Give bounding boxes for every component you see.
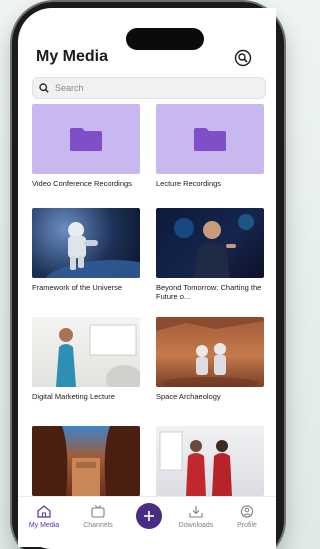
bottom-tab-bar: My Media Channels Downloads Profile [18, 496, 276, 547]
lecturer-image [56, 324, 140, 387]
video-thumbnail [156, 208, 264, 278]
tab-profile[interactable]: Profile [221, 505, 273, 529]
folder-icon [70, 128, 102, 151]
media-card-framework-universe[interactable]: Framework of the Universe [32, 208, 140, 292]
page-title: My Media [36, 48, 109, 65]
tab-label: Profile [237, 522, 257, 529]
video-thumbnail [32, 426, 140, 496]
tab-my-media[interactable]: My Media [18, 505, 70, 529]
media-card-space-archaeology[interactable]: Space Archaeology [156, 317, 264, 401]
astronaut-image [45, 222, 140, 278]
plus-icon [144, 511, 154, 521]
media-card-business[interactable] [156, 426, 264, 501]
media-title: Framework of the Universe [32, 283, 123, 292]
tab-channels[interactable]: Channels [72, 505, 124, 529]
media-card-digital-marketing[interactable]: Digital Marketing Lecture [32, 317, 140, 401]
tv-icon [91, 505, 105, 518]
video-thumbnail [156, 317, 264, 387]
dynamic-island [126, 28, 204, 50]
tab-downloads[interactable]: Downloads [170, 505, 222, 529]
search-bar[interactable] [32, 77, 266, 99]
home-icon [37, 505, 51, 518]
search-icon [39, 83, 49, 93]
download-icon [189, 506, 203, 518]
canyon-image [32, 426, 140, 496]
media-card-lecture-recordings[interactable]: Lecture Recordings [156, 104, 264, 188]
tab-label: Downloads [178, 522, 214, 529]
media-card-beyond-tomorrow[interactable]: Beyond Tomorrow: Charting the Future o..… [156, 208, 264, 301]
media-card-video-conference[interactable]: Video Conference Recordings [32, 104, 140, 188]
tab-label: My Media [28, 522, 60, 529]
media-title: Digital Marketing Lecture [32, 392, 115, 401]
video-thumbnail [32, 208, 140, 278]
cast-search-icon[interactable] [234, 49, 252, 67]
folder-icon [194, 128, 226, 151]
video-thumbnail [32, 317, 140, 387]
media-title: Space Archaeology [156, 392, 221, 401]
folder-thumbnail [156, 104, 264, 174]
folder-thumbnail [32, 104, 140, 174]
profile-icon [240, 505, 254, 518]
media-title: Lecture Recordings [156, 179, 222, 188]
speaker-image [174, 214, 254, 278]
video-thumbnail [156, 426, 264, 496]
media-card-petra[interactable] [32, 426, 140, 501]
astronauts-desert-image [156, 317, 264, 387]
search-input[interactable] [55, 83, 245, 93]
tab-label: Channels [83, 522, 113, 529]
media-title: Video Conference Recordings [32, 179, 132, 188]
media-title: Beyond Tomorrow: Charting the Future o..… [156, 283, 262, 301]
add-button[interactable] [136, 503, 162, 529]
business-people-image [159, 431, 232, 496]
